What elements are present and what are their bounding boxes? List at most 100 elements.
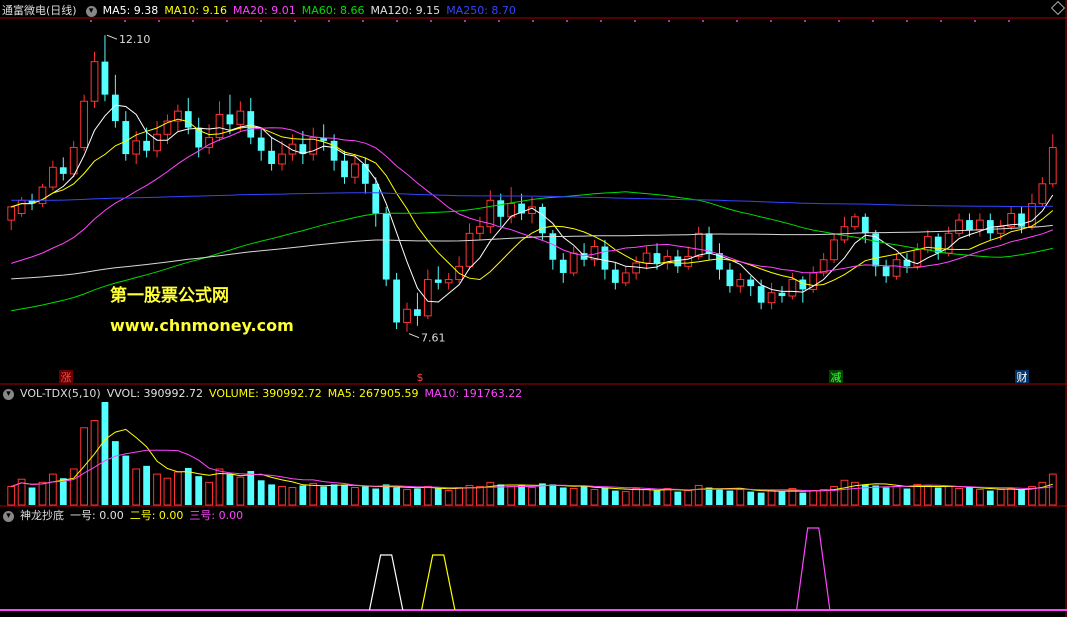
volume-bar [278, 485, 286, 506]
volume-bar [247, 471, 255, 505]
candle-body [268, 150, 275, 164]
high-arrow [106, 34, 118, 40]
reference-dot [1008, 20, 1010, 22]
volume-bar [559, 487, 567, 505]
volume-bar [236, 476, 245, 506]
low-arrow [408, 333, 420, 339]
volume-bar [299, 485, 307, 505]
candle-body [694, 232, 703, 257]
candle-body [934, 236, 942, 254]
volume-bar [257, 480, 265, 505]
volume-bar [372, 488, 380, 505]
candle-body [955, 219, 963, 234]
volume-bar [549, 484, 557, 505]
volume-bar [632, 488, 641, 506]
candle-body [382, 213, 390, 280]
volume-bar [361, 486, 369, 505]
reference-dot [600, 20, 602, 22]
volume-bar [320, 486, 328, 505]
candle-body [143, 140, 150, 151]
main-panel-header: 通富微电(日线) ▾ MA5: 9.38 MA10: 9.16 MA20: 9.… [0, 3, 522, 19]
reference-dot [770, 20, 772, 22]
stock-title[interactable]: 通富微电(日线) [2, 3, 77, 19]
reference-dot [396, 20, 398, 22]
volume-bar [7, 485, 16, 506]
volume-bar [642, 489, 651, 506]
volume-bar [414, 488, 421, 505]
volume-bar [341, 485, 348, 505]
volume-bar [111, 441, 119, 505]
volume-bar [48, 473, 57, 506]
volume-bar [736, 489, 745, 506]
volume-bar [351, 486, 359, 506]
candle-body [153, 133, 161, 152]
candle-body [372, 183, 380, 214]
reference-dot [634, 20, 636, 22]
signal-three-label: 三号: 0.00 [189, 509, 244, 522]
candle-body [767, 292, 776, 304]
chevron-down-icon[interactable]: ▾ [3, 510, 14, 522]
volume-bar [90, 420, 99, 506]
volume-bar [809, 490, 818, 506]
volume-bar [590, 489, 599, 506]
candle-body [403, 308, 411, 323]
volume-bar [423, 485, 432, 506]
candle-body [799, 279, 807, 290]
candle-body [69, 146, 78, 175]
candle-body [830, 239, 838, 261]
volume-bar [38, 481, 47, 506]
stock-chart[interactable]: 12.10 7.61 涨 $ 减 财 [0, 0, 1067, 617]
volume-bar [184, 467, 192, 505]
volume-bar [444, 490, 453, 506]
volume-bar [580, 486, 588, 505]
candle-body [330, 140, 338, 161]
candle-body [434, 279, 442, 283]
volume-bar [1007, 488, 1016, 506]
volume-bar [934, 487, 942, 505]
ma250-label: MA250: 8.70 [446, 4, 516, 17]
volume-bar [767, 490, 776, 506]
ma120-label: MA120: 9.15 [370, 4, 441, 17]
volume-bar [955, 488, 963, 506]
ma5-label: MA5: 9.38 [102, 4, 159, 17]
watermark-title: 第一股票公式网 [110, 286, 229, 306]
signal-one-label: 一号: 0.00 [70, 509, 124, 522]
candle-body [861, 216, 869, 234]
candle-body [549, 233, 557, 260]
candle-body [621, 272, 630, 284]
reference-dot [532, 20, 534, 22]
candle-body [851, 216, 859, 228]
reference-dot [906, 20, 908, 22]
indicator-title[interactable]: 神龙抄底 [20, 508, 64, 524]
volume-bar [539, 483, 546, 505]
volume-bar [684, 490, 693, 506]
reference-dot [804, 20, 806, 22]
candle-body [278, 153, 286, 165]
signal-spike [368, 554, 404, 611]
chevron-down-icon[interactable]: ▾ [85, 5, 97, 17]
volume-bar [59, 478, 67, 505]
volume-bar [330, 484, 338, 505]
volume-bar [903, 488, 911, 505]
reference-dot [974, 20, 976, 22]
volume-bar [694, 484, 703, 506]
candle-body [966, 220, 973, 231]
candle-body [778, 292, 786, 297]
volume-bar [569, 488, 578, 506]
vol-title[interactable]: VOL-TDX(5,10) [20, 386, 101, 402]
volume-bar [1018, 489, 1025, 505]
indicator-panel-header: ▾ 神龙抄底 一号: 0.00 二号: 0.00 三号: 0.00 [0, 508, 249, 524]
candle-body [122, 121, 130, 155]
ma20-label: MA20: 9.01 [233, 4, 296, 17]
signal-two-label: 二号: 0.00 [129, 509, 184, 522]
watermark-url: www.chnmoney.com [110, 316, 294, 335]
candle-body [247, 111, 255, 138]
reference-dot [226, 20, 228, 22]
reference-dot [566, 20, 568, 22]
volume-bar [944, 485, 953, 506]
volume-bar [507, 485, 516, 506]
volume-bar [726, 490, 734, 505]
chevron-down-icon[interactable]: ▾ [3, 388, 14, 400]
reference-dot [838, 20, 840, 22]
volume-bar [653, 490, 661, 505]
